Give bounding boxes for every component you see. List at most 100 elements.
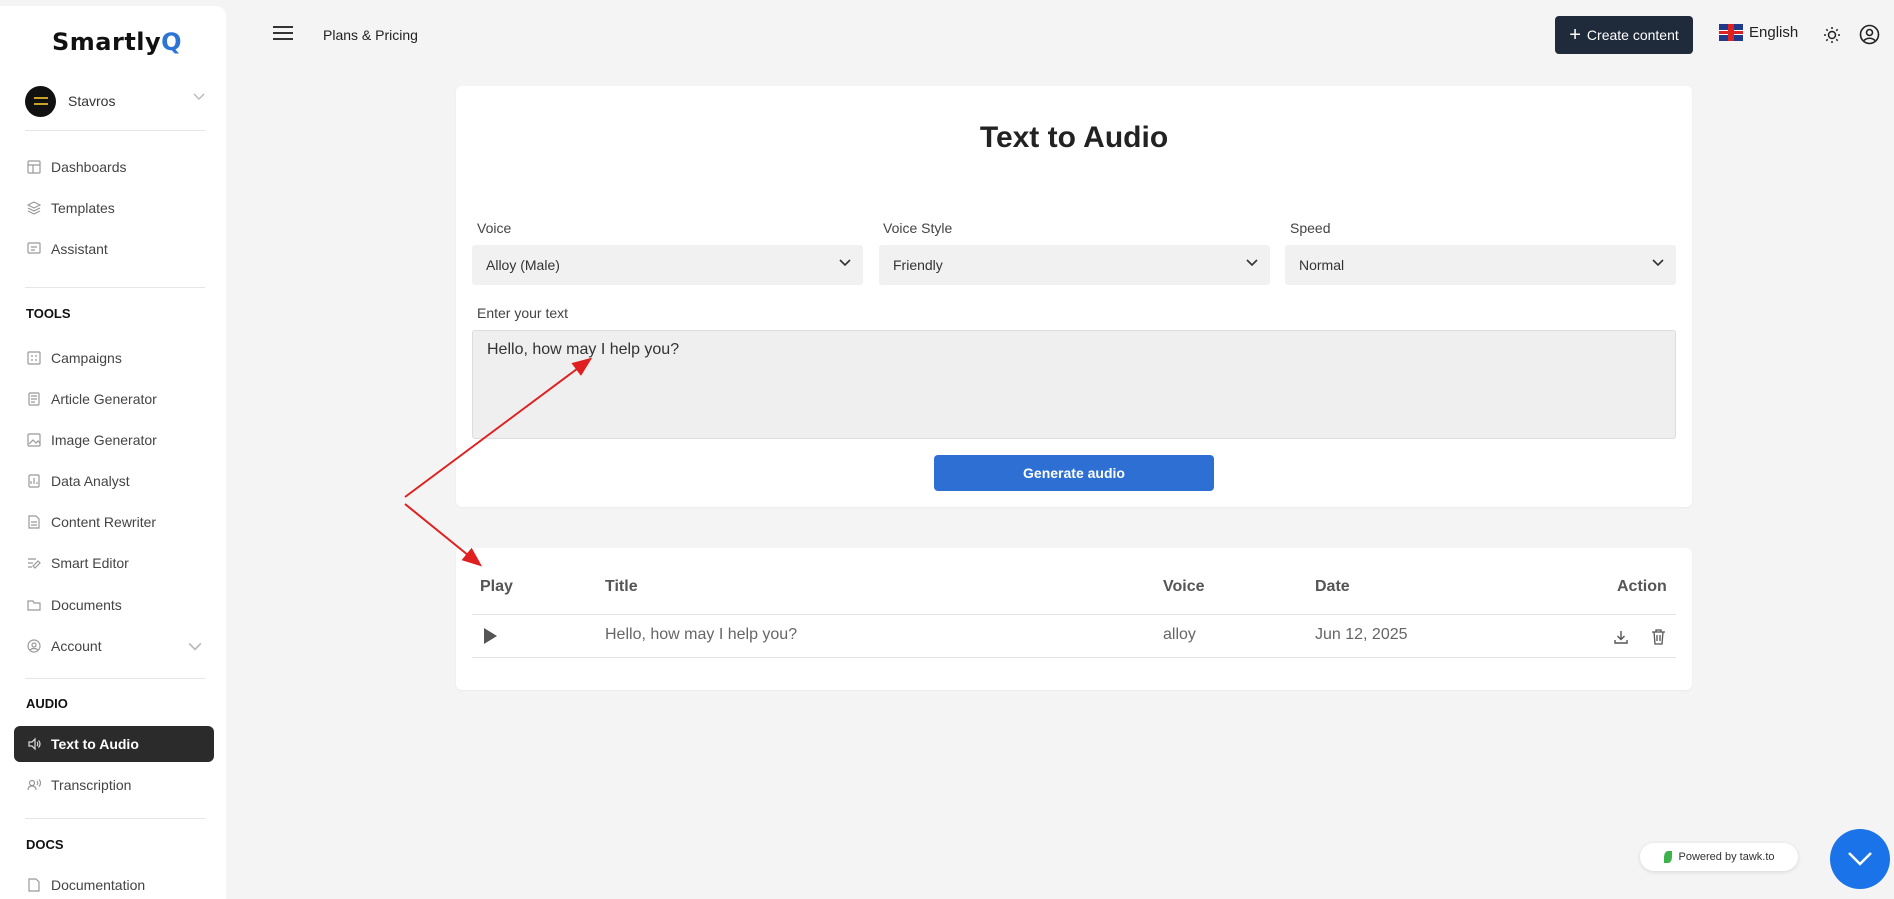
- language-selector[interactable]: English: [1719, 24, 1798, 41]
- voice-style-select-value: Friendly: [893, 257, 943, 273]
- divider: [25, 678, 205, 679]
- sidebar-item-content-rewriter[interactable]: Content Rewriter: [14, 504, 214, 540]
- tawk-logo-icon: [1663, 851, 1672, 863]
- sidebar: SmartlyQ Stavros Dashboards Templates As…: [0, 6, 226, 899]
- play-icon[interactable]: [484, 628, 497, 644]
- sidebar-item-label: Documents: [51, 597, 122, 613]
- brand-name: Smartly: [52, 28, 162, 56]
- sidebar-item-text-to-audio[interactable]: Text to Audio: [14, 726, 214, 762]
- row-title: Hello, how may I help you?: [605, 626, 798, 643]
- section-label-tools: TOOLS: [26, 306, 71, 321]
- sidebar-item-dashboards[interactable]: Dashboards: [14, 149, 214, 185]
- sidebar-item-label: Transcription: [51, 777, 132, 793]
- user-name: Stavros: [68, 93, 116, 109]
- sidebar-item-image-generator[interactable]: Image Generator: [14, 422, 214, 458]
- create-content-label: Create content: [1586, 27, 1679, 43]
- language-label: English: [1749, 24, 1799, 41]
- sidebar-item-smart-editor[interactable]: Smart Editor: [14, 545, 214, 581]
- section-label-audio: AUDIO: [26, 696, 68, 711]
- divider: [472, 614, 1676, 615]
- sidebar-item-data-analyst[interactable]: Data Analyst: [14, 463, 214, 499]
- menu-toggle-icon[interactable]: [273, 26, 293, 40]
- data-icon: [27, 474, 41, 488]
- tawk-powered-badge[interactable]: Powered by tawk.to: [1640, 843, 1798, 871]
- column-header-action: Action: [1617, 578, 1667, 595]
- column-header-title: Title: [605, 578, 638, 595]
- text-input[interactable]: Hello, how may I help you?: [472, 330, 1676, 439]
- column-header-date: Date: [1315, 578, 1350, 595]
- column-header-play: Play: [480, 578, 513, 595]
- layers-icon: [27, 201, 41, 215]
- sidebar-item-label: Text to Audio: [51, 736, 139, 752]
- plus-icon: +: [1569, 24, 1581, 46]
- sidebar-item-label: Content Rewriter: [51, 514, 157, 530]
- brand-logo[interactable]: SmartlyQ: [52, 28, 182, 56]
- voice-select[interactable]: Alloy (Male): [472, 245, 863, 285]
- chevron-down-icon: [188, 642, 202, 651]
- voice-select-value: Alloy (Male): [486, 257, 560, 273]
- rewriter-icon: [27, 515, 41, 529]
- column-header-voice: Voice: [1163, 578, 1205, 595]
- sidebar-item-label: Assistant: [51, 241, 108, 257]
- theme-toggle-icon[interactable]: [1823, 26, 1841, 44]
- sidebar-item-label: Data Analyst: [51, 473, 130, 489]
- sidebar-item-label: Dashboards: [51, 159, 127, 175]
- folder-icon: [27, 598, 41, 612]
- row-date: Jun 12, 2025: [1315, 626, 1408, 643]
- voice-style-select[interactable]: Friendly: [879, 245, 1270, 285]
- speed-select[interactable]: Normal: [1285, 245, 1676, 285]
- sidebar-item-transcription[interactable]: Transcription: [14, 767, 214, 803]
- sidebar-item-label: Image Generator: [51, 432, 157, 448]
- divider: [25, 818, 205, 819]
- trash-icon[interactable]: [1651, 628, 1666, 645]
- sidebar-item-templates[interactable]: Templates: [14, 190, 214, 226]
- campaign-icon: [27, 351, 41, 365]
- user-profile-icon[interactable]: [1859, 24, 1880, 45]
- generate-audio-button[interactable]: Generate audio: [934, 455, 1214, 491]
- voice-style-label: Voice Style: [883, 220, 953, 236]
- divider: [25, 130, 205, 131]
- divider: [472, 657, 1676, 658]
- chat-widget-button[interactable]: [1830, 829, 1890, 889]
- sidebar-item-label: Documentation: [51, 877, 146, 893]
- doc-icon: [27, 878, 41, 892]
- create-content-button[interactable]: + Create content: [1555, 16, 1693, 54]
- tawk-powered-label: Powered by tawk.to: [1678, 851, 1775, 863]
- sidebar-item-label: Article Generator: [51, 391, 157, 407]
- account-icon: [27, 639, 41, 653]
- sidebar-item-assistant[interactable]: Assistant: [14, 231, 214, 267]
- sidebar-item-documents[interactable]: Documents: [14, 587, 214, 623]
- download-icon[interactable]: [1613, 629, 1629, 645]
- chevron-down-icon: [1246, 259, 1258, 267]
- divider: [25, 287, 205, 288]
- plans-pricing-link[interactable]: Plans & Pricing: [323, 27, 418, 43]
- brand-accent: Q: [161, 28, 183, 56]
- chat-icon: [27, 242, 41, 256]
- speed-label: Speed: [1290, 220, 1331, 236]
- chevron-down-icon: [1652, 259, 1664, 267]
- sidebar-item-article-generator[interactable]: Article Generator: [14, 381, 214, 417]
- voice-label: Voice: [477, 220, 512, 236]
- sidebar-item-account[interactable]: Account: [14, 628, 214, 664]
- text-to-audio-form: Text to Audio Voice Alloy (Male) Voice S…: [456, 86, 1692, 507]
- chevron-down-icon: [839, 259, 851, 267]
- sidebar-item-label: Campaigns: [51, 350, 122, 366]
- sidebar-item-label: Templates: [51, 200, 115, 216]
- sidebar-item-campaigns[interactable]: Campaigns: [14, 340, 214, 376]
- image-icon: [27, 433, 41, 447]
- sidebar-item-documentation[interactable]: Documentation: [14, 867, 214, 899]
- dashboard-icon: [27, 160, 41, 174]
- speaker-icon: [27, 737, 41, 751]
- text-input-label: Enter your text: [477, 305, 569, 321]
- avatar: [25, 85, 56, 117]
- article-icon: [27, 392, 41, 406]
- chevron-down-icon: [1848, 852, 1872, 866]
- user-switcher[interactable]: Stavros: [25, 85, 205, 117]
- audio-history-table: Play Title Voice Date Action Hello, how …: [456, 548, 1692, 690]
- sidebar-item-label: Smart Editor: [51, 555, 129, 571]
- transcription-icon: [27, 778, 41, 792]
- uk-flag-icon: [1719, 24, 1743, 41]
- sidebar-item-label: Account: [51, 638, 102, 654]
- chevron-down-icon: [193, 93, 205, 101]
- page-title: Text to Audio: [979, 121, 1169, 154]
